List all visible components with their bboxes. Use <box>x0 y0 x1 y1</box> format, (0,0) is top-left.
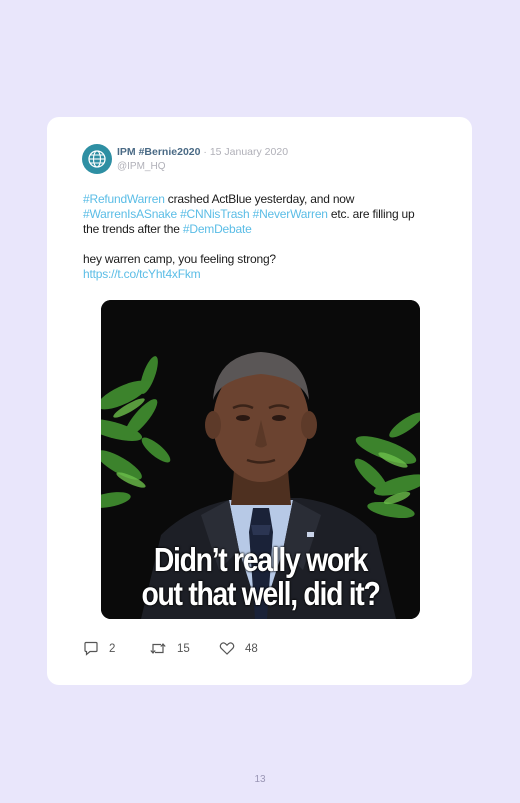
retweet-button[interactable]: 15 <box>149 641 190 656</box>
caption-line-1: Didn’t really work <box>153 541 369 578</box>
caption-line-2: out that well, did it? <box>141 575 380 612</box>
tweet-link[interactable]: https://t.co/tcYht4xFkm <box>83 267 201 281</box>
retweet-icon <box>150 643 166 654</box>
like-count: 48 <box>245 642 258 655</box>
author-handle[interactable]: @IPM_HQ <box>117 160 288 173</box>
tweet-text: #RefundWarren crashed ActBlue yesterday,… <box>83 192 428 282</box>
globe-icon <box>88 150 106 168</box>
page-number: 13 <box>254 774 266 785</box>
tweet-paragraph-1: #RefundWarren crashed ActBlue yesterday,… <box>83 192 428 237</box>
tweet-header: IPM #Bernie2020 · 15 January 2020 @IPM_H… <box>117 146 288 173</box>
separator: · <box>203 146 207 158</box>
hashtag-warrenisasnake[interactable]: #WarrenIsASnake <box>83 207 177 221</box>
reply-button[interactable]: 2 <box>83 641 115 656</box>
reply-count: 2 <box>109 642 116 655</box>
like-button[interactable]: 48 <box>219 641 258 656</box>
retweet-count: 15 <box>177 642 190 655</box>
avatar[interactable] <box>82 144 112 174</box>
text-segment: hey warren camp, you feeling strong? <box>83 252 276 266</box>
hashtag-refundwarren[interactable]: #RefundWarren <box>83 192 165 206</box>
gif-caption: Didn’t really work out that well, did it… <box>123 543 397 611</box>
hashtag-demdebate[interactable]: #DemDebate <box>183 222 252 236</box>
text-segment: crashed ActBlue yesterday, and now <box>164 192 355 206</box>
tweet-card: IPM #Bernie2020 · 15 January 2020 @IPM_H… <box>47 117 472 685</box>
hashtag-cnnistrash[interactable]: #CNNisTrash <box>180 207 250 221</box>
reply-icon <box>84 641 98 656</box>
tweet-paragraph-2: hey warren camp, you feeling strong? http… <box>83 252 428 282</box>
like-icon <box>219 642 235 655</box>
author-name[interactable]: IPM #Bernie2020 <box>117 146 200 158</box>
tweet-media-gif[interactable]: Didn’t really work out that well, did it… <box>101 300 420 619</box>
tweet-date[interactable]: 15 January 2020 <box>210 146 288 158</box>
hashtag-neverwarren[interactable]: #NeverWarren <box>253 207 328 221</box>
